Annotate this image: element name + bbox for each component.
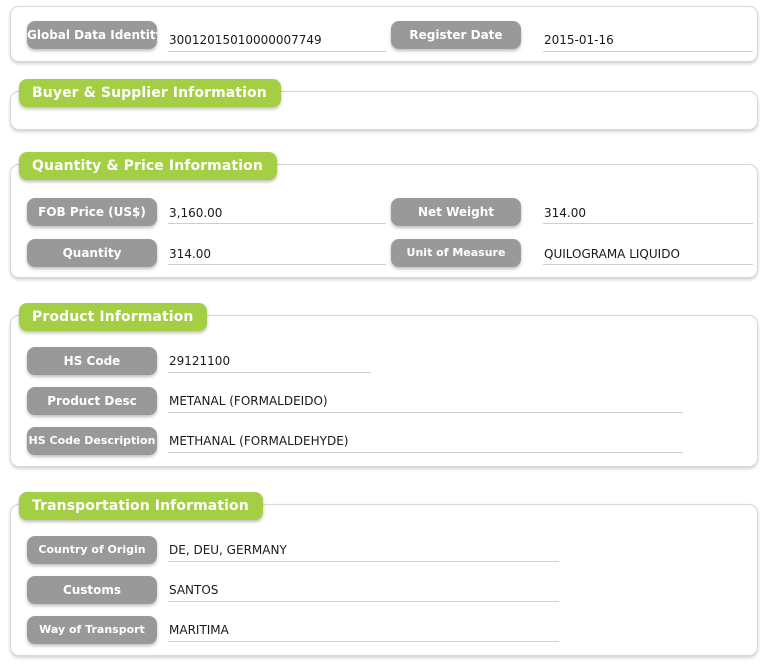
field-label-register-date: Register Date bbox=[391, 21, 521, 49]
section-tab-buyer-supplier[interactable]: Buyer & Supplier Information bbox=[19, 79, 281, 107]
field-value-net-weight: 314.00 bbox=[544, 206, 586, 220]
field-rule-hs-code-description bbox=[168, 452, 683, 453]
field-label-product-desc: Product Desc bbox=[27, 387, 157, 415]
field-rule-hs-code bbox=[168, 372, 371, 373]
section-tab-quantity-price[interactable]: Quantity & Price Information bbox=[19, 152, 277, 180]
field-label-net-weight: Net Weight bbox=[391, 198, 521, 226]
field-rule-fob-price bbox=[168, 223, 386, 224]
card-identity: Global Data Identity 3001201501000000774… bbox=[10, 6, 758, 62]
field-value-hs-code: 29121100 bbox=[169, 354, 231, 368]
field-value-global-data-identity: 30012015010000007749 bbox=[169, 33, 322, 47]
field-value-register-date: 2015-01-16 bbox=[544, 33, 614, 47]
field-value-hs-code-description: METHANAL (FORMALDEHYDE) bbox=[169, 434, 349, 448]
trade-record-page: Global Data Identity 3001201501000000774… bbox=[0, 0, 772, 666]
field-rule-register-date bbox=[543, 51, 753, 52]
field-label-country-of-origin: Country of Origin bbox=[27, 536, 157, 564]
field-rule-unit-of-measure bbox=[543, 264, 753, 265]
field-value-product-desc: METANAL (FORMALDEIDO) bbox=[169, 394, 328, 408]
field-rule-country-of-origin bbox=[168, 561, 559, 562]
section-tab-transportation-information[interactable]: Transportation Information bbox=[19, 492, 263, 520]
card-transportation-information: Transportation Information Country of Or… bbox=[10, 492, 758, 656]
field-rule-customs bbox=[168, 601, 559, 602]
card-buyer-supplier: Buyer & Supplier Information bbox=[10, 79, 758, 130]
field-label-global-data-identity: Global Data Identity bbox=[27, 21, 157, 49]
field-rule-net-weight bbox=[543, 223, 753, 224]
field-label-customs: Customs bbox=[27, 576, 157, 604]
field-rule-global-data-identity bbox=[168, 51, 386, 52]
field-label-way-of-transport: Way of Transport bbox=[27, 616, 157, 644]
field-value-way-of-transport: MARITIMA bbox=[169, 623, 229, 637]
field-label-hs-code: HS Code bbox=[27, 347, 157, 375]
field-value-customs: SANTOS bbox=[169, 583, 219, 597]
field-value-quantity: 314.00 bbox=[169, 247, 211, 261]
field-value-country-of-origin: DE, DEU, GERMANY bbox=[169, 543, 287, 557]
field-label-quantity: Quantity bbox=[27, 239, 157, 267]
card-quantity-price: Quantity & Price Information FOB Price (… bbox=[10, 152, 758, 278]
field-value-fob-price: 3,160.00 bbox=[169, 206, 223, 220]
section-tab-product-information[interactable]: Product Information bbox=[19, 303, 208, 331]
field-rule-quantity bbox=[168, 264, 386, 265]
field-label-hs-code-description: HS Code Description bbox=[27, 427, 157, 455]
card-product-information: Product Information HS Code 29121100 Pro… bbox=[10, 303, 758, 467]
field-label-fob-price: FOB Price (US$) bbox=[27, 198, 157, 226]
field-label-unit-of-measure: Unit of Measure bbox=[391, 239, 521, 267]
field-value-unit-of-measure: QUILOGRAMA LIQUIDO bbox=[544, 247, 680, 261]
field-rule-way-of-transport bbox=[168, 641, 559, 642]
field-rule-product-desc bbox=[168, 412, 683, 413]
